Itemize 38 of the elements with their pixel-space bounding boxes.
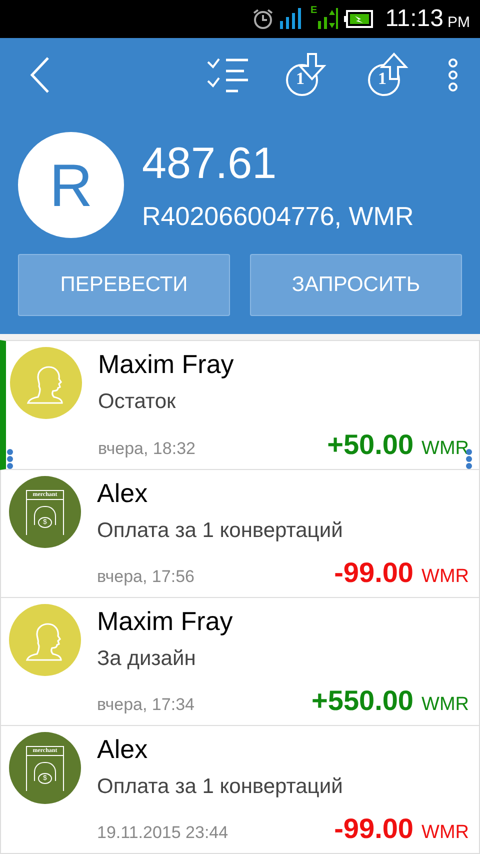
payment-description: Оплата за 1 конвертаций xyxy=(97,775,344,799)
data-signal-icon xyxy=(317,7,340,31)
person-avatar-icon xyxy=(10,347,82,419)
checklist-icon[interactable] xyxy=(206,56,248,94)
amount: +550.00 xyxy=(312,685,414,717)
contact-name: Alex xyxy=(97,734,149,765)
contact-name: Alex xyxy=(97,478,149,509)
amount: -99.00 xyxy=(334,557,414,589)
transaction-date: вчера, 17:34 xyxy=(97,695,196,715)
account-avatar: R xyxy=(18,132,124,238)
transaction-date: вчера, 18:32 xyxy=(98,439,196,459)
contact-name: Maxim Fray xyxy=(97,606,234,637)
purse-number: R402066004776, WMR xyxy=(142,200,414,232)
transaction-card[interactable]: Maxim Fray За дизайн вчера, 17:34 +550.00 WMR xyxy=(0,598,480,726)
clock-period: PM xyxy=(448,14,470,30)
transaction-date: 19.11.2015 23:44 xyxy=(97,823,230,843)
payment-description: Оплата за 1 конвертаций xyxy=(97,519,344,543)
contact-name: Maxim Fray xyxy=(98,349,235,380)
battery-charging-icon xyxy=(343,10,374,28)
payment-description: Остаток xyxy=(98,390,177,414)
payment-description: За дизайн xyxy=(97,647,197,671)
alarm-clock-icon xyxy=(250,8,275,30)
transaction-date: вчера, 17:56 xyxy=(97,567,196,587)
back-icon[interactable] xyxy=(28,56,52,94)
amount: -99.00 xyxy=(334,813,414,845)
drag-handle-icon[interactable] xyxy=(466,449,472,469)
balance: 487.61 xyxy=(142,138,278,188)
currency: WMR xyxy=(422,822,469,844)
currency: WMR xyxy=(422,566,469,588)
currency: WMR xyxy=(422,694,469,716)
network-type: E xyxy=(310,5,318,16)
clock-time: 11:13 xyxy=(385,5,444,33)
person-avatar-icon xyxy=(9,604,81,676)
currency: WMR xyxy=(422,438,469,460)
drag-handle-icon[interactable] xyxy=(7,449,13,469)
amount: +50.00 xyxy=(327,429,414,461)
transaction-card[interactable]: Maxim Fray Остаток вчера, 18:32 +50.00 WMR xyxy=(0,340,480,470)
more-options-icon[interactable] xyxy=(448,58,458,92)
